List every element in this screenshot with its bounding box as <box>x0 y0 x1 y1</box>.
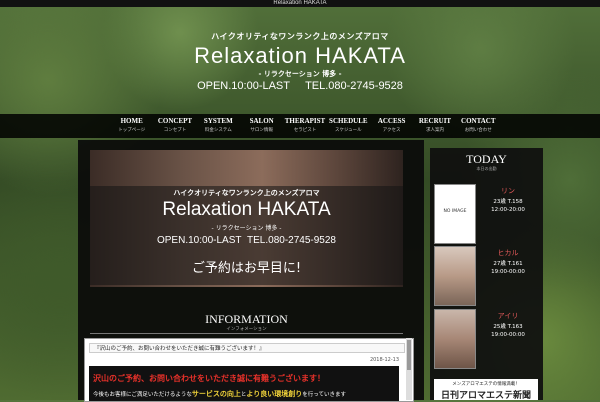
therapist-hours: 12:00-20:00 <box>491 207 525 213</box>
today-heading: TODAY <box>466 152 507 166</box>
therapist-meta: 25歳 T.163 <box>493 324 523 330</box>
site-logo[interactable]: Relaxation HAKATA <box>0 43 600 69</box>
nav-label: CONCEPT <box>157 117 193 125</box>
news-text-part: を行っていきます <box>302 392 347 398</box>
ad-title: 日刊アロマエステ新聞 <box>440 391 531 401</box>
news-banner-text: 今後もお客様にご満足いただけるようなサービスの向上とより良い環境創りを行っていき… <box>93 389 346 399</box>
hero-tagline: ハイクオリティなワンランク上のメンズアロマ <box>173 189 320 197</box>
aroma-news-banner[interactable]: メンズアロマエステの情報満載！ 日刊アロマエステ新聞 <box>434 379 538 401</box>
scrollbar-thumb[interactable] <box>407 340 411 370</box>
nav-sublabel: コンセプト <box>163 127 187 132</box>
information-subheading: インフォメーション <box>226 327 267 332</box>
news-highlight: サービスの向上 <box>191 390 241 398</box>
news-item-title[interactable]: 『沢山のご予約、お問い合わせをいただき誠に有難うございます！』 <box>89 343 405 353</box>
nav-sublabel: サロン情報 <box>250 127 273 132</box>
hero-logo: Relaxation HAKATA <box>162 199 331 220</box>
therapist-meta: 23歳 T.158 <box>493 199 523 205</box>
hero-cta-text: ご予約はお早目に! <box>191 261 302 276</box>
ad-caption: メンズアロマエステの情報満載！ <box>452 382 520 387</box>
nav-label: SALON <box>249 117 274 125</box>
news-text-part: 今後もお客様にご満足いただけるような <box>93 392 192 398</box>
hero-banner[interactable]: ハイクオリティなワンランク上のメンズアロマ Relaxation HAKATA … <box>90 150 403 287</box>
information-scroll-box[interactable]: 『沢山のご予約、お問い合わせをいただき誠に有難うございます！』 2018-12-… <box>84 338 414 402</box>
therapist-name[interactable]: アイリ <box>478 311 538 321</box>
therapist-card[interactable]: アイリ 25歳 T.163 19:00-00:00 <box>434 309 538 369</box>
nav-sublabel: セラピスト <box>293 127 317 132</box>
nav-contact[interactable]: CONTACT お問い合わせ <box>457 116 500 136</box>
header-tagline: ハイクオリティなワンランク上のメンズアロマ <box>211 32 389 41</box>
therapist-photo[interactable] <box>434 309 476 369</box>
nav-label: SYSTEM <box>203 117 233 125</box>
header-hours-tel: OPEN.10:00-LAST TEL.080-2745-9528 <box>0 80 600 92</box>
site-header: ハイクオリティなワンランク上のメンズアロマ Relaxation HAKATA … <box>0 7 600 112</box>
hero-opening-hours: OPEN.10:00-LAST <box>156 235 242 246</box>
news-item-date: 2018-12-13 <box>369 357 399 363</box>
nav-label: CONTACT <box>461 117 496 125</box>
phone-number[interactable]: TEL.080-2745-9528 <box>305 80 403 92</box>
no-image-label: NO IMAGE <box>443 209 467 214</box>
today-sidebar: TODAY 本日の出勤 NO IMAGE リン 23歳 T.158 12:00-… <box>430 148 543 401</box>
opening-hours: OPEN.10:00-LAST <box>197 80 290 92</box>
nav-therapist[interactable]: THERAPIST セラピスト <box>283 116 326 136</box>
therapist-name[interactable]: ヒカル <box>478 248 538 258</box>
news-highlight: より良い環境創り <box>246 390 303 398</box>
nav-sublabel: お問い合わせ <box>464 127 492 132</box>
page-title: Relaxation HAKATA <box>273 0 327 6</box>
today-subheading: 本日の出勤 <box>476 166 497 171</box>
nav-sublabel: アクセス <box>382 127 401 132</box>
nav-access[interactable]: ACCESS アクセス <box>370 116 413 136</box>
hero-phone: TEL.080-2745-9528 <box>247 235 336 246</box>
information-heading: INFORMATION <box>205 312 288 326</box>
nav-sublabel: スケジュール <box>334 127 362 132</box>
nav-system[interactable]: SYSTEM 料金システム <box>197 116 240 136</box>
nav-salon[interactable]: SALON サロン情報 <box>240 116 283 136</box>
nav-concept[interactable]: CONCEPT コンセプト <box>153 116 196 136</box>
therapist-hours: 19:00-00:00 <box>491 332 525 338</box>
hero-hours-tel: OPEN.10:00-LAST TEL.080-2745-9528 <box>90 235 403 246</box>
nav-label: THERAPIST <box>284 117 326 125</box>
information-scrollbar[interactable] <box>406 338 412 400</box>
nav-sublabel: 料金システム <box>204 127 232 132</box>
news-banner-headline: 沢山のご予約、お問い合わせをいただき誠に有難うございます！ <box>93 374 325 383</box>
browser-title-strip: Relaxation HAKATA <box>0 0 600 7</box>
nav-sublabel: 求人案内 <box>425 127 444 132</box>
divider <box>90 333 403 334</box>
therapist-photo[interactable]: NO IMAGE <box>434 184 476 244</box>
main-nav: HOME トップページ CONCEPT コンセプト SYSTEM 料金システム SAL… <box>0 114 600 138</box>
nav-label: SCHEDULE <box>329 117 368 125</box>
nav-recruit[interactable]: RECRUIT 求人案内 <box>413 116 456 136</box>
therapist-name[interactable]: リン <box>478 186 538 196</box>
nav-sublabel: トップページ <box>118 127 146 132</box>
nav-home[interactable]: HOME トップページ <box>110 116 153 136</box>
therapist-card[interactable]: NO IMAGE リン 23歳 T.158 12:00-20:00 <box>434 184 538 244</box>
hero-logo-subtitle: - リラクセーション 博多 - <box>211 225 282 232</box>
nav-label: ACCESS <box>377 117 406 125</box>
news-item-banner: 沢山のご予約、お問い合わせをいただき誠に有難うございます！ 今後もお客様にご満足… <box>89 366 399 401</box>
logo-subtitle: - リラクセーション 博多 - <box>258 70 342 78</box>
therapist-meta: 27歳 T.161 <box>493 261 523 267</box>
nav-label: HOME <box>120 117 143 125</box>
therapist-card[interactable]: ヒカル 27歳 T.161 19:00-00:00 <box>434 246 538 306</box>
nav-label: RECRUIT <box>418 117 452 125</box>
therapist-hours: 19:00-00:00 <box>491 269 525 275</box>
therapist-photo[interactable] <box>434 246 476 306</box>
nav-schedule[interactable]: SCHEDULE スケジュール <box>327 116 370 136</box>
